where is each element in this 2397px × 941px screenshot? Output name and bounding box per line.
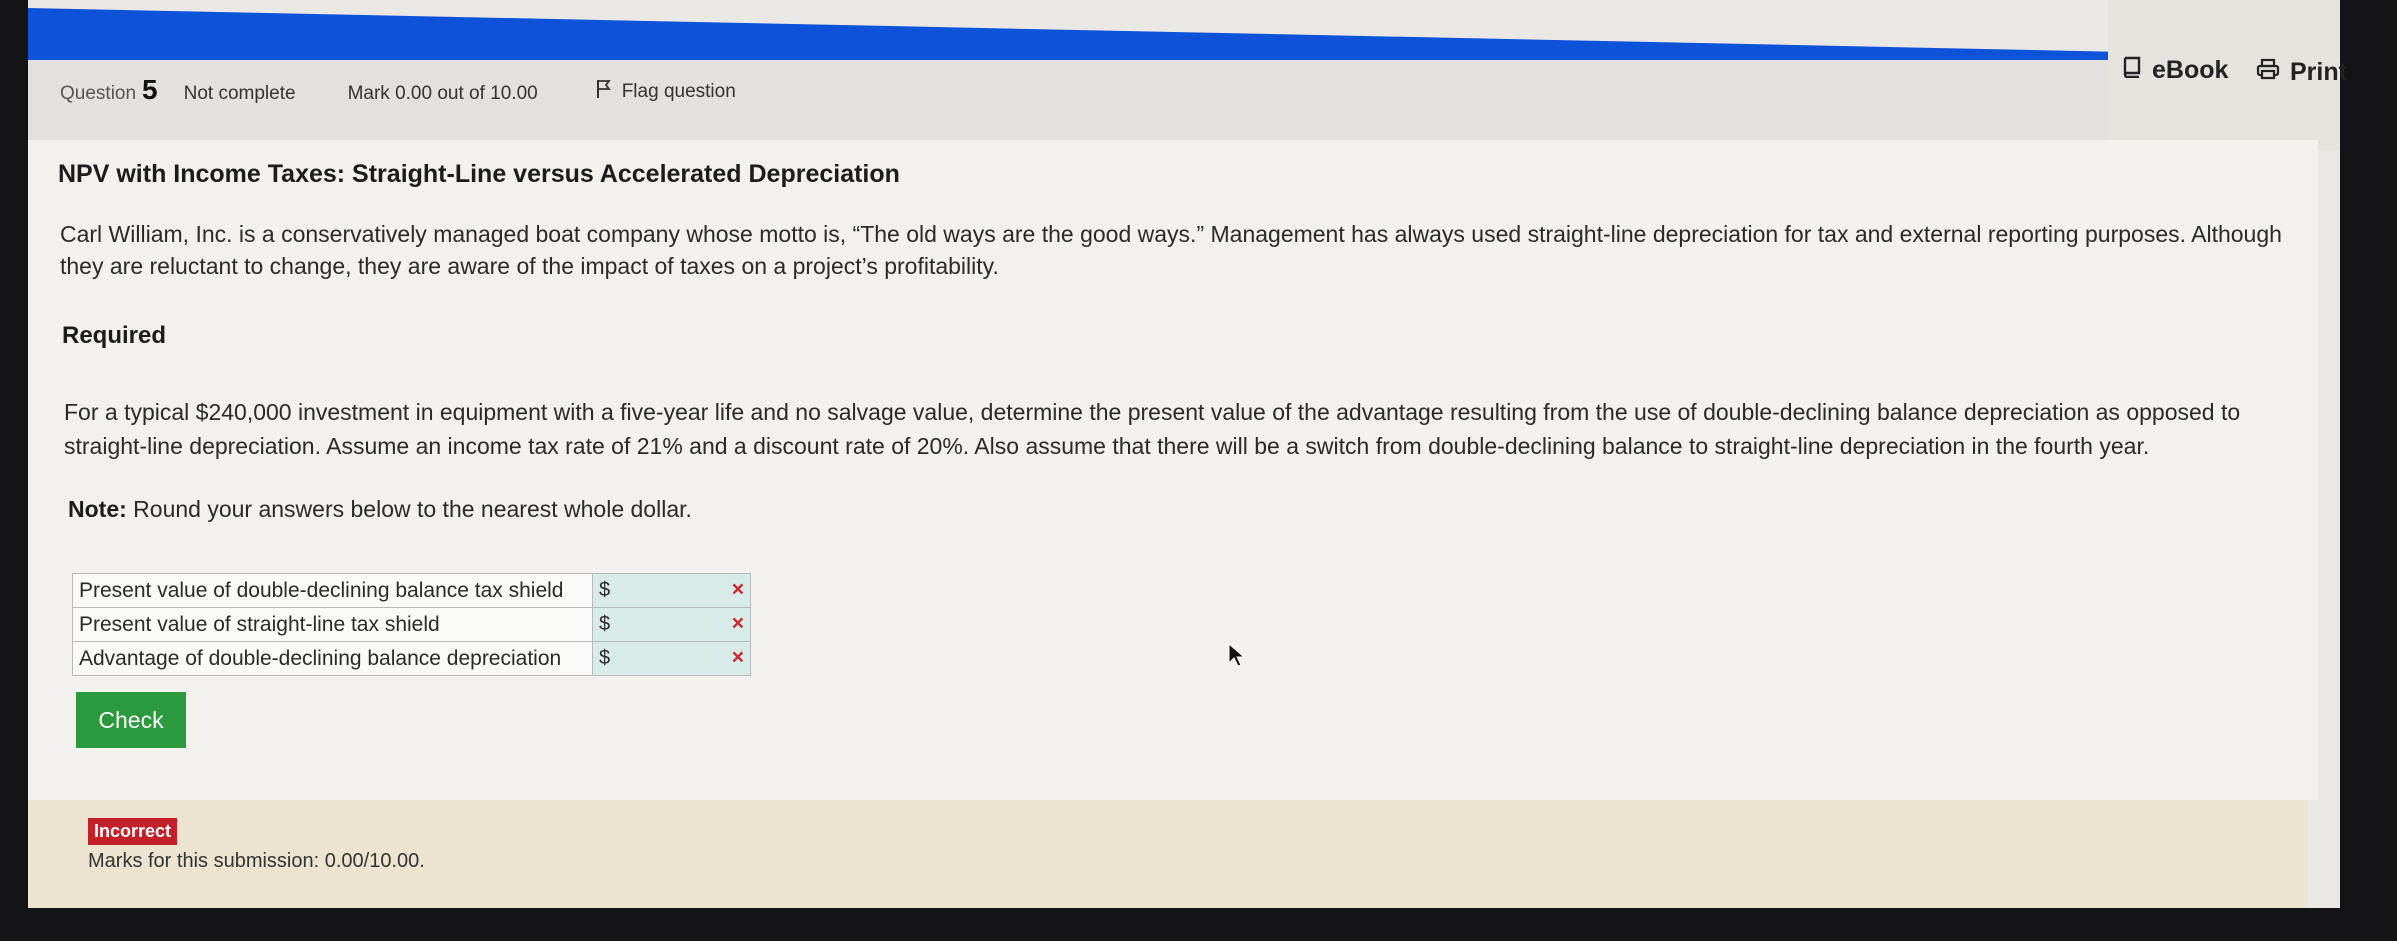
answer-label: Present value of double-declining balanc…: [72, 573, 593, 608]
answer-input-sl[interactable]: $ ×: [592, 607, 751, 642]
dollar-sign: $: [599, 613, 611, 635]
flag-icon: [596, 79, 612, 105]
required-heading: Required: [62, 322, 167, 349]
book-icon: [2122, 56, 2142, 85]
answer-input-advantage[interactable]: $ ×: [592, 641, 751, 676]
required-text: For a typical $240,000 investment in equ…: [64, 399, 2241, 459]
flag-question-label: Flag question: [621, 81, 736, 102]
question-status: Not complete: [183, 83, 296, 104]
question-title: NPV with Income Taxes: Straight-Line ver…: [58, 160, 900, 188]
dollar-sign: $: [599, 647, 611, 669]
answer-label: Present value of straight-line tax shiel…: [72, 607, 593, 642]
submission-marks: Marks for this submission: 0.00/10.00.: [88, 850, 425, 872]
answer-row-ddb: Present value of double-declining balanc…: [72, 573, 751, 608]
incorrect-badge: Incorrect: [88, 818, 178, 845]
check-button[interactable]: Check: [76, 692, 186, 748]
question-mark: Mark 0.00 out of 10.00: [347, 83, 538, 104]
answer-row-advantage: Advantage of double-declining balance de…: [72, 641, 751, 676]
answer-table: Present value of double-declining balanc…: [72, 573, 751, 676]
flag-question-button[interactable]: Flag question: [596, 79, 736, 105]
incorrect-icon: ×: [731, 612, 744, 635]
print-link[interactable]: Print: [2256, 58, 2347, 87]
question-info: Question 5 Not complete Mark 0.00 out of…: [60, 74, 736, 106]
answer-row-sl: Present value of straight-line tax shiel…: [72, 607, 751, 642]
incorrect-icon: ×: [731, 646, 744, 669]
question-label: Question: [60, 83, 137, 104]
print-label: Print: [2290, 58, 2347, 86]
answer-label: Advantage of double-declining balance de…: [72, 641, 593, 676]
intro-text: Carl William, Inc. is a conservatively m…: [60, 221, 2282, 279]
ebook-label: eBook: [2152, 56, 2229, 84]
question-number: 5: [142, 74, 158, 105]
mouse-cursor-icon: [1228, 642, 1246, 672]
screen: eBook Print Question 5 Not complete Mark…: [0, 0, 2397, 941]
dollar-sign: $: [599, 579, 611, 601]
answer-input-ddb[interactable]: $ ×: [592, 573, 751, 608]
ebook-link[interactable]: eBook: [2122, 56, 2228, 85]
incorrect-icon: ×: [731, 578, 744, 601]
printer-icon: [2256, 58, 2280, 87]
note-text: Note: Round your answers below to the ne…: [68, 496, 692, 523]
note-body: Round your answers below to the nearest …: [133, 496, 692, 522]
note-label: Note:: [68, 496, 127, 522]
